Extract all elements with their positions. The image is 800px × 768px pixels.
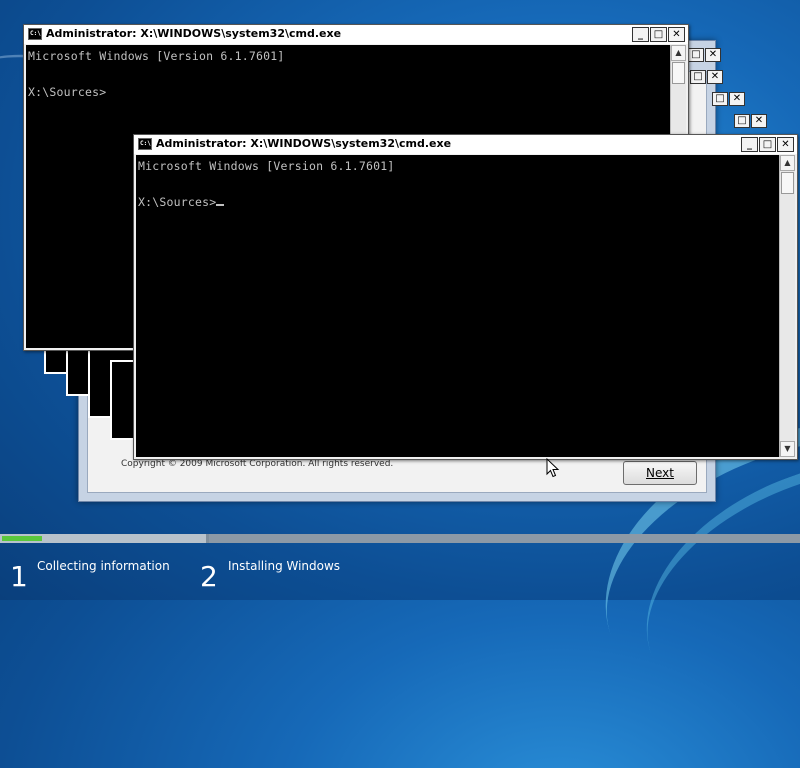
version-line: Microsoft Windows [Version 6.1.7601] <box>138 159 395 173</box>
minimize-icon[interactable]: _ <box>632 27 649 42</box>
console-text: Microsoft Windows [Version 6.1.7601] X:\… <box>26 45 670 101</box>
close-icon: ✕ <box>729 92 745 106</box>
cmd-app-icon: C:\. <box>28 28 44 40</box>
copyright-text: Copyright © 2009 Microsoft Corporation. … <box>121 459 394 469</box>
command-prompt: X:\Sources> <box>28 85 107 99</box>
step-number: 1 <box>10 560 28 593</box>
window-title: Administrator: X:\WINDOWS\system32\cmd.e… <box>156 137 452 150</box>
command-prompt: X:\Sources> <box>138 195 217 209</box>
cmd-titlebar[interactable]: C:\. Administrator: X:\WINDOWS\system32\… <box>24 25 688 44</box>
setup-progress-bar <box>0 534 800 543</box>
minimize-icon[interactable]: _ <box>741 137 758 152</box>
progress-segment-collecting <box>0 534 206 543</box>
ghost-window-buttons: □ ✕ <box>712 92 745 106</box>
cmd-app-icon: C:\. <box>138 138 154 150</box>
maximize-icon: □ <box>688 48 704 62</box>
mouse-pointer-icon <box>546 458 560 478</box>
close-icon[interactable]: ✕ <box>777 137 794 152</box>
scroll-down-arrow-icon[interactable]: ▼ <box>780 441 795 457</box>
maximize-icon[interactable]: □ <box>759 137 776 152</box>
close-icon: ✕ <box>705 48 721 62</box>
cmd-window-front[interactable]: C:\. Administrator: X:\WINDOWS\system32\… <box>133 134 798 460</box>
cmd-titlebar[interactable]: C:\. Administrator: X:\WINDOWS\system32\… <box>134 135 797 154</box>
text-cursor <box>216 204 225 206</box>
ghost-window-buttons: □ ✕ <box>688 48 721 62</box>
scroll-thumb[interactable] <box>781 172 794 194</box>
progress-fill <box>2 536 42 541</box>
progress-segment-installing <box>209 534 800 543</box>
close-icon: ✕ <box>707 70 723 84</box>
scroll-up-arrow-icon[interactable]: ▲ <box>671 45 686 61</box>
close-icon[interactable]: ✕ <box>668 27 685 42</box>
window-title: Administrator: X:\WINDOWS\system32\cmd.e… <box>46 27 342 40</box>
close-icon: ✕ <box>751 114 767 128</box>
ghost-window-buttons: □ ✕ <box>690 70 723 84</box>
vertical-scrollbar[interactable]: ▲ ▼ <box>779 155 795 457</box>
next-button[interactable]: Next <box>623 461 697 485</box>
maximize-icon[interactable]: □ <box>650 27 667 42</box>
maximize-icon: □ <box>734 114 750 128</box>
step-label: Collecting information <box>37 559 170 573</box>
step-number: 2 <box>200 560 218 593</box>
maximize-icon: □ <box>690 70 706 84</box>
console-output[interactable]: Microsoft Windows [Version 6.1.7601] X:\… <box>136 155 779 457</box>
step-label: Installing Windows <box>228 559 341 573</box>
maximize-icon: □ <box>712 92 728 106</box>
scroll-up-arrow-icon[interactable]: ▲ <box>780 155 795 171</box>
window-controls: _ □ ✕ <box>741 137 794 152</box>
window-controls: _ □ ✕ <box>632 27 685 42</box>
version-line: Microsoft Windows [Version 6.1.7601] <box>28 49 285 63</box>
console-text: Microsoft Windows [Version 6.1.7601] X:\… <box>136 155 779 211</box>
scroll-thumb[interactable] <box>672 62 685 84</box>
ghost-window-buttons: □ ✕ <box>734 114 767 128</box>
